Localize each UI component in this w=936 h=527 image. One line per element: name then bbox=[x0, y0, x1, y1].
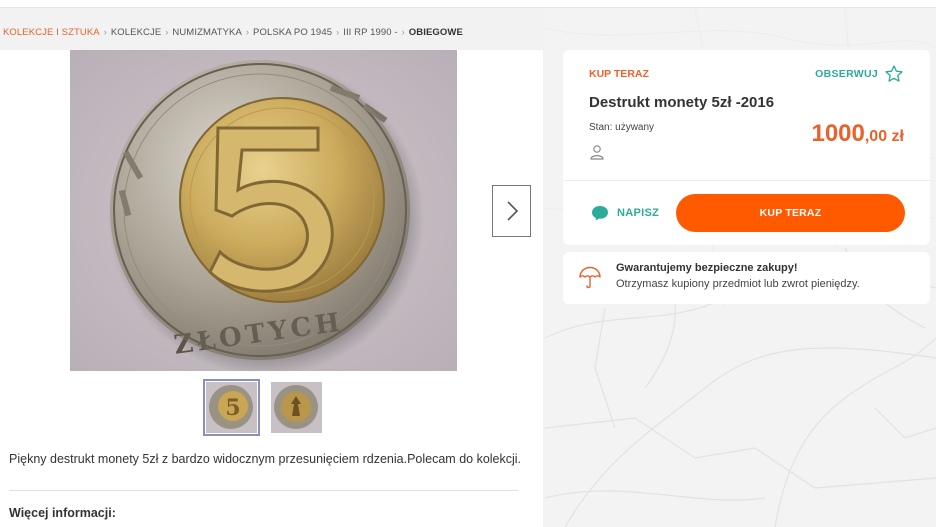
breadcrumb: KOLEKCJE I SZTUKA › KOLEKCJE › NUMIZMATY… bbox=[3, 25, 463, 39]
coin-thumbnail-obverse: 5 bbox=[206, 382, 257, 433]
thumbnail-strip: 5 bbox=[203, 379, 325, 436]
guarantee-card: Gwarantujemy bezpieczne zakupy! Otrzymas… bbox=[563, 252, 930, 304]
guarantee-text: Otrzymasz kupiony przedmiot lub zwrot pi… bbox=[616, 278, 860, 290]
chat-bubble-icon bbox=[592, 206, 608, 221]
item-description: Piękny destrukt monety 5zł z bardzo wido… bbox=[9, 452, 522, 466]
breadcrumb-item-kolekcje-i-sztuka[interactable]: KOLEKCJE I SZTUKA bbox=[3, 27, 100, 38]
card-divider bbox=[563, 180, 930, 181]
breadcrumb-item-polska-po-1945[interactable]: POLSKA PO 1945 bbox=[253, 27, 332, 38]
seller-user-icon[interactable] bbox=[589, 144, 605, 165]
chevron-right-icon: › bbox=[165, 27, 169, 37]
breadcrumb-item-numizmatyka[interactable]: NUMIZMATYKA bbox=[172, 27, 242, 38]
umbrella-icon bbox=[579, 266, 601, 295]
coin-thumbnail-reverse bbox=[271, 382, 322, 433]
more-info-heading: Więcej informacji: bbox=[9, 506, 116, 520]
price: 1000,00 zł bbox=[811, 120, 904, 148]
top-bar bbox=[0, 0, 936, 8]
write-label: NAPISZ bbox=[617, 207, 660, 219]
breadcrumb-item-obiegowe: OBIEGOWE bbox=[408, 26, 463, 38]
breadcrumb-item-kolekcje[interactable]: KOLEKCJE bbox=[111, 27, 161, 38]
write-message-button[interactable]: NAPISZ bbox=[591, 205, 659, 221]
offer-type-label: KUP TERAZ bbox=[589, 68, 649, 80]
chevron-right-icon: › bbox=[245, 27, 250, 37]
gallery-panel: ZŁOTYCH 5 Piękny destrukt monety 5zł z b… bbox=[0, 50, 543, 527]
main-photo[interactable]: ZŁOTYCH bbox=[70, 50, 457, 371]
buy-now-button[interactable]: KUP TERAZ bbox=[676, 194, 905, 232]
buy-card: KUP TERAZ OBSERWUJ Destrukt monety 5zł -… bbox=[563, 50, 930, 245]
star-icon bbox=[885, 65, 903, 82]
chevron-right-icon: › bbox=[336, 27, 340, 37]
coin-thumbnail-numeral: 5 bbox=[225, 395, 240, 421]
divider bbox=[9, 490, 518, 491]
watch-label: OBSERWUJ bbox=[815, 68, 878, 80]
thumbnail-2[interactable] bbox=[268, 379, 325, 436]
item-condition: Stan: używany bbox=[589, 122, 655, 133]
guarantee-title: Gwarantujemy bezpieczne zakupy! bbox=[616, 262, 798, 274]
listing-title: Destrukt monety 5zł -2016 bbox=[589, 94, 775, 111]
breadcrumb-item-iii-rp[interactable]: III RP 1990 - bbox=[343, 27, 397, 38]
thumbnail-1[interactable]: 5 bbox=[203, 379, 260, 436]
watch-button[interactable]: OBSERWUJ bbox=[815, 64, 904, 84]
chevron-right-icon: › bbox=[103, 27, 107, 37]
next-photo-button[interactable] bbox=[492, 185, 531, 237]
chevron-right-icon bbox=[506, 201, 518, 221]
price-decimal: ,00 zł bbox=[864, 128, 904, 145]
user-icon bbox=[590, 145, 604, 160]
coin-image: ZŁOTYCH bbox=[70, 50, 457, 371]
chevron-right-icon: › bbox=[401, 27, 405, 37]
price-integer: 1000 bbox=[811, 120, 865, 147]
